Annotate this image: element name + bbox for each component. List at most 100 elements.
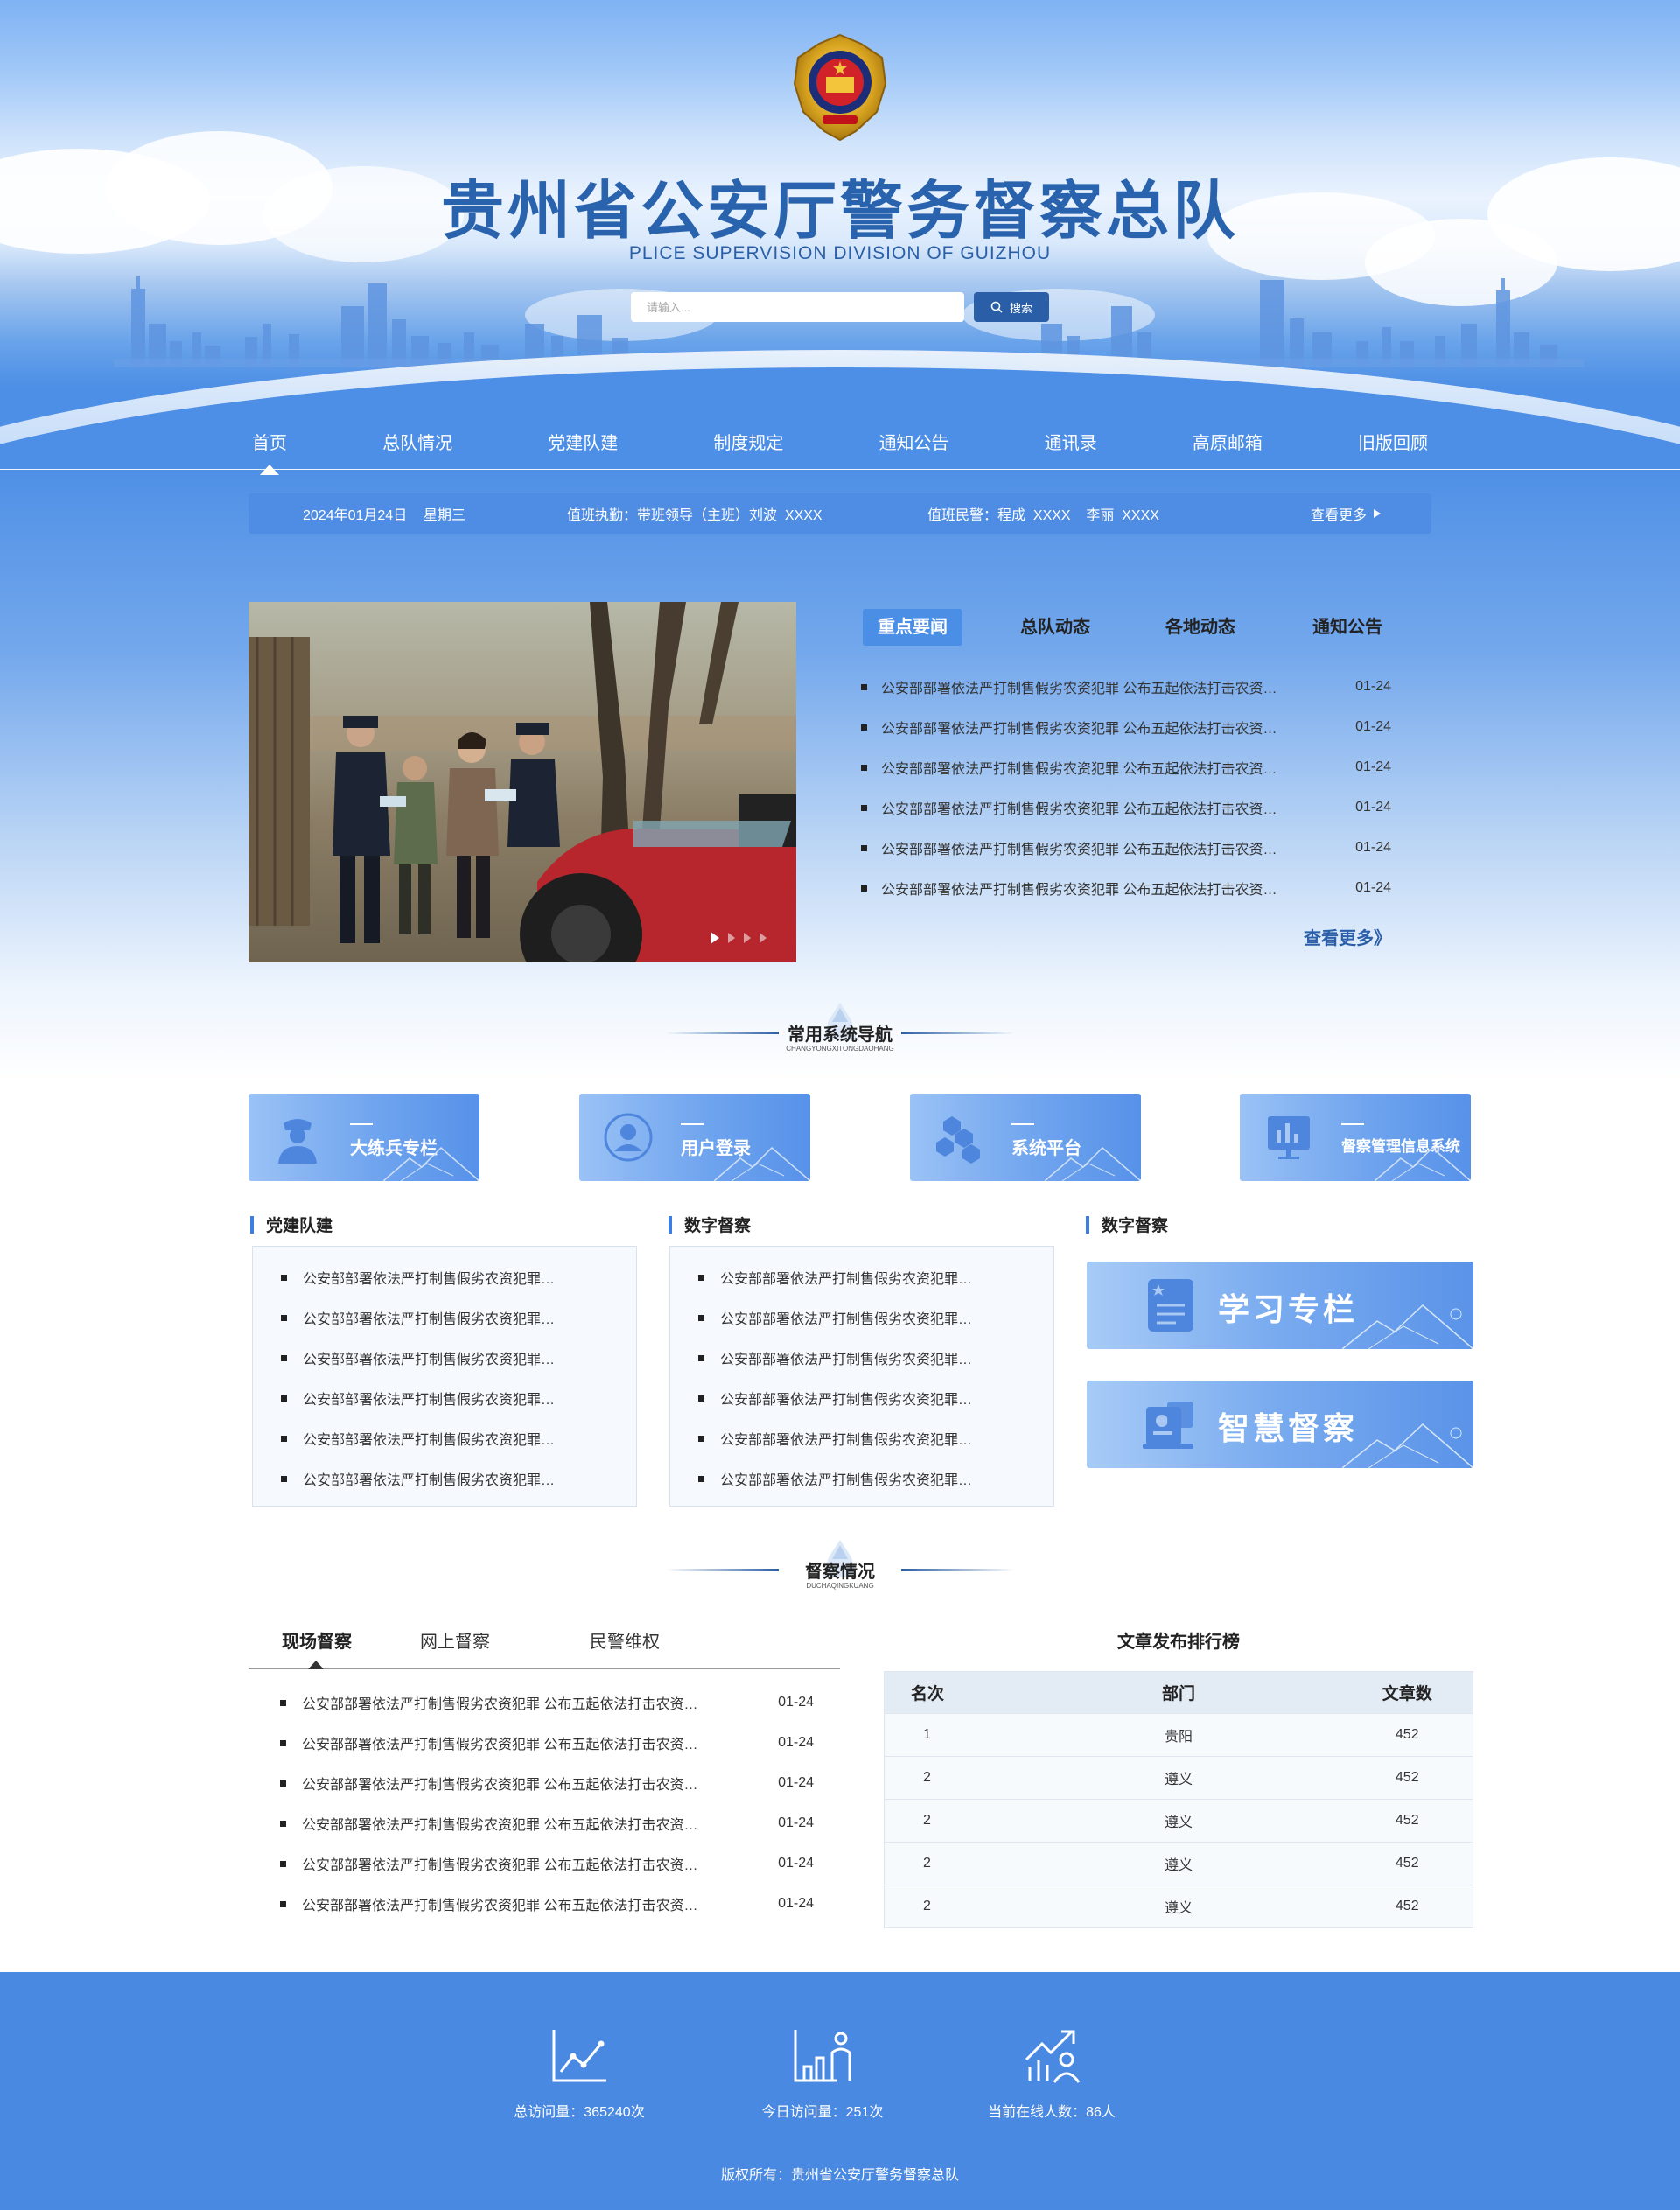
- news-photo[interactable]: [248, 602, 796, 962]
- list-item[interactable]: 公安部部署依法严打制售假劣农资犯罪 公布五起依法打击农资犯罪典型案例01-24: [280, 1682, 814, 1723]
- supervision-pinyin: DUCHAQINGKUANG: [806, 1582, 874, 1590]
- table-row: 2 遵义 452: [884, 1842, 1474, 1885]
- search-button[interactable]: 搜索: [974, 292, 1049, 322]
- tab-online-supervision[interactable]: 网上督察: [420, 1627, 490, 1653]
- mountain-line-icon: [1342, 1304, 1474, 1349]
- nav-item-home[interactable]: 首页: [248, 429, 290, 475]
- monitor-chart-icon: [1268, 1116, 1310, 1159]
- duty-weekday: 星期三: [424, 508, 466, 523]
- tab-local-news[interactable]: 各地动态: [1148, 609, 1253, 646]
- duty-leader: 值班执勤：带班领导（主班）刘波 XXXX: [567, 508, 822, 523]
- nav-item-notices[interactable]: 通知公告: [876, 429, 953, 454]
- tab-onsite-supervision[interactable]: 现场督察: [282, 1627, 352, 1653]
- nav-item-regulations[interactable]: 制度规定: [710, 429, 787, 454]
- news-tabs: 重点要闻 总队动态 各地动态 通知公告: [863, 609, 1405, 646]
- tab-police-rights[interactable]: 民警维权: [590, 1627, 660, 1653]
- cubes-icon: [936, 1116, 980, 1164]
- system-nav-title: 常用系统导航: [788, 1025, 892, 1045]
- table-row: 2 遵义 452: [884, 1756, 1474, 1800]
- main-nav: 首页 总队情况 党建队建 制度规定 通知公告 通讯录 高原邮箱 旧版回顾: [0, 411, 1680, 475]
- list-item[interactable]: 公安部部署依法严打制售假劣农资犯罪 公布五起依法打击农资犯罪典型案例: [253, 1458, 636, 1499]
- list-item[interactable]: 公安部部署依法严打制售假劣农资犯罪 公布五起依法打击农资犯罪典型案例: [670, 1418, 1054, 1458]
- list-item[interactable]: 公安部部署依法严打制售假劣农资犯罪 公布五起依法打击农资犯罪典型案例: [253, 1418, 636, 1458]
- nav-item-overview[interactable]: 总队情况: [379, 429, 456, 454]
- duty-bar: 2024年01月24日 星期三 值班执勤：带班领导（主班）刘波 XXXX 值班民…: [248, 493, 1432, 534]
- list-item[interactable]: 公安部部署依法严打制售假劣农资犯罪 公布五起依法打击农资犯罪典型案例: [670, 1338, 1054, 1378]
- party-list: 公安部部署依法严打制售假劣农资犯罪 公布五起依法打击农资犯罪典型案例 公安部部署…: [252, 1246, 637, 1507]
- header-banner: 贵州省公安厅警务督察总队 PLICE SUPERVISION DIVISION …: [0, 0, 1680, 472]
- line-chart-icon: [552, 2030, 606, 2082]
- news-item[interactable]: 公安部部署依法严打制售假劣农资犯罪 公布五起依法打击农资犯罪典型案例01-24: [861, 828, 1391, 868]
- police-officer-icon: [278, 1119, 317, 1164]
- list-item[interactable]: 公安部部署依法严打制售假劣农资犯罪 公布五起依法打击农资犯罪典型案例: [670, 1257, 1054, 1297]
- duty-more-link[interactable]: 查看更多: [1311, 503, 1382, 524]
- smart-supervision-label: 智慧督察: [1218, 1410, 1359, 1446]
- tab-key-news[interactable]: 重点要闻: [863, 609, 962, 646]
- tab-notices[interactable]: 通知公告: [1295, 609, 1400, 646]
- duty-police: 值班民警：程成 XXXX 李丽 XXXX: [928, 508, 1159, 523]
- column-header-article-count: 文章数: [1341, 1671, 1474, 1714]
- column-header-department: 部门: [1015, 1671, 1342, 1714]
- stat-total-visits-label: 总访问量：365240次: [514, 2105, 645, 2120]
- digital2-column-title: 数字督察: [1086, 1213, 1168, 1236]
- footer: 总访问量：365240次 今日访问量：251次 当前在线人数：86人 版权所有：…: [0, 1972, 1680, 2210]
- growth-people-icon: [1025, 2030, 1081, 2083]
- search-input[interactable]: [631, 292, 964, 322]
- city-skyline-left: [114, 276, 674, 367]
- ranking-table: 名次 部门 文章数 1 贵阳 452 2 遵义 452 2 遵义 452 2 遵义 452 2遵…: [884, 1671, 1474, 1928]
- table-row: 2 遵义 452: [884, 1799, 1474, 1843]
- digital-list: 公安部部署依法严打制售假劣农资犯罪 公布五起依法打击农资犯罪典型案例 公安部部署…: [669, 1246, 1054, 1507]
- duty-date: 2024年01月24日: [303, 508, 408, 523]
- list-item[interactable]: 公安部部署依法严打制售假劣农资犯罪 公布五起依法打击农资犯罪典型案例01-24: [280, 1884, 814, 1924]
- nav-item-mailbox[interactable]: 高原邮箱: [1189, 429, 1266, 454]
- supervision-heading: 督察情况 DUCHAQINGKUANG: [665, 1540, 1015, 1605]
- stat-total-visits: 总访问量：365240次: [474, 2028, 684, 2121]
- slider-indicators[interactable]: [710, 931, 772, 945]
- list-item[interactable]: 公安部部署依法严打制售假劣农资犯罪 公布五起依法打击农资犯罪典型案例: [253, 1257, 636, 1297]
- supervision-tabs: 现场督察 网上督察 民警维权: [248, 1615, 840, 1669]
- news-item[interactable]: 公安部部署依法严打制售假劣农资犯罪 公布五起依法打击农资犯罪典型案例01-24: [861, 747, 1391, 787]
- nav-item-directory[interactable]: 通讯录: [1041, 429, 1101, 454]
- sys-card-login[interactable]: 用户登录: [579, 1094, 810, 1181]
- list-item[interactable]: 公安部部署依法严打制售假劣农资犯罪 公布五起依法打击农资犯罪典型案例01-24: [280, 1763, 814, 1803]
- police-emblem-icon: [793, 33, 887, 142]
- list-item[interactable]: 公安部部署依法严打制售假劣农资犯罪 公布五起依法打击农资犯罪典型案例01-24: [280, 1723, 814, 1763]
- list-item[interactable]: 公安部部署依法严打制售假劣农资犯罪 公布五起依法打击农资犯罪典型案例: [253, 1378, 636, 1418]
- nav-item-party-building[interactable]: 党建队建: [544, 429, 621, 454]
- sys-card-supervision-system[interactable]: 督察管理信息系统: [1240, 1094, 1471, 1181]
- list-item[interactable]: 公安部部署依法严打制售假劣农资犯罪 公布五起依法打击农资犯罪典型案例: [670, 1297, 1054, 1338]
- news-more-link[interactable]: 查看更多》: [1304, 924, 1391, 949]
- news-item[interactable]: 公安部部署依法严打制售假劣农资犯罪 公布五起依法打击农资犯罪典型案例01-24: [861, 707, 1391, 747]
- mountain-line-icon: [1045, 1146, 1141, 1181]
- copyright: 版权所有：贵州省公安厅警务督察总队: [720, 2168, 959, 2183]
- news-item[interactable]: 公安部部署依法严打制售假劣农资犯罪 公布五起依法打击农资犯罪典型案例01-24: [861, 667, 1391, 707]
- stat-online-users: 当前在线人数：86人: [947, 2028, 1157, 2121]
- smart-supervision-card[interactable]: 智慧督察: [1087, 1381, 1474, 1468]
- mountain-line-icon: [1342, 1423, 1474, 1468]
- list-item[interactable]: 公安部部署依法严打制售假劣农资犯罪 公布五起依法打击农资犯罪典型案例01-24: [280, 1803, 814, 1843]
- mountain-line-icon: [1375, 1146, 1471, 1181]
- list-item[interactable]: 公安部部署依法严打制售假劣农资犯罪 公布五起依法打击农资犯罪典型案例: [253, 1297, 636, 1338]
- news-item[interactable]: 公安部部署依法严打制售假劣农资犯罪 公布五起依法打击农资犯罪典型案例01-24: [861, 868, 1391, 908]
- news-item[interactable]: 公安部部署依法严打制售假劣农资犯罪 公布五起依法打击农资犯罪典型案例01-24: [861, 787, 1391, 828]
- supervision-list: 公安部部署依法严打制售假劣农资犯罪 公布五起依法打击农资犯罪典型案例01-24 …: [280, 1682, 814, 1924]
- nav-divider: [0, 469, 1680, 470]
- list-item[interactable]: 公安部部署依法严打制售假劣农资犯罪 公布五起依法打击农资犯罪典型案例01-24: [280, 1843, 814, 1884]
- list-item[interactable]: 公安部部署依法严打制售假劣农资犯罪 公布五起依法打击农资犯罪典型案例: [670, 1378, 1054, 1418]
- system-nav-pinyin: CHANGYONGXITONGDAOHANG: [786, 1045, 894, 1053]
- list-item[interactable]: 公安部部署依法严打制售假劣农资犯罪 公布五起依法打击农资犯罪典型案例: [253, 1338, 636, 1378]
- caret-right-icon: [1374, 509, 1382, 518]
- sys-card-training[interactable]: 大练兵专栏: [248, 1094, 480, 1181]
- sys-card-platform[interactable]: 系统平台: [910, 1094, 1141, 1181]
- tab-division-news[interactable]: 总队动态: [1003, 609, 1108, 646]
- nav-item-old-version[interactable]: 旧版回顾: [1354, 429, 1432, 454]
- news-list: 公安部部署依法严打制售假劣农资犯罪 公布五起依法打击农资犯罪典型案例01-24 …: [861, 667, 1391, 908]
- table-row: 1 贵阳 452: [884, 1713, 1474, 1757]
- mountain-line-icon: [383, 1146, 480, 1181]
- list-item[interactable]: 公安部部署依法严打制售假劣农资犯罪 公布五起依法打击农资犯罪典型案例: [670, 1458, 1054, 1499]
- column-header-rank: 名次: [884, 1671, 1016, 1714]
- user-icon: [604, 1113, 653, 1162]
- study-column-card[interactable]: 学习专栏: [1087, 1262, 1474, 1349]
- stat-online-users-label: 当前在线人数：86人: [988, 2105, 1116, 2120]
- news-photo-image: [248, 602, 796, 962]
